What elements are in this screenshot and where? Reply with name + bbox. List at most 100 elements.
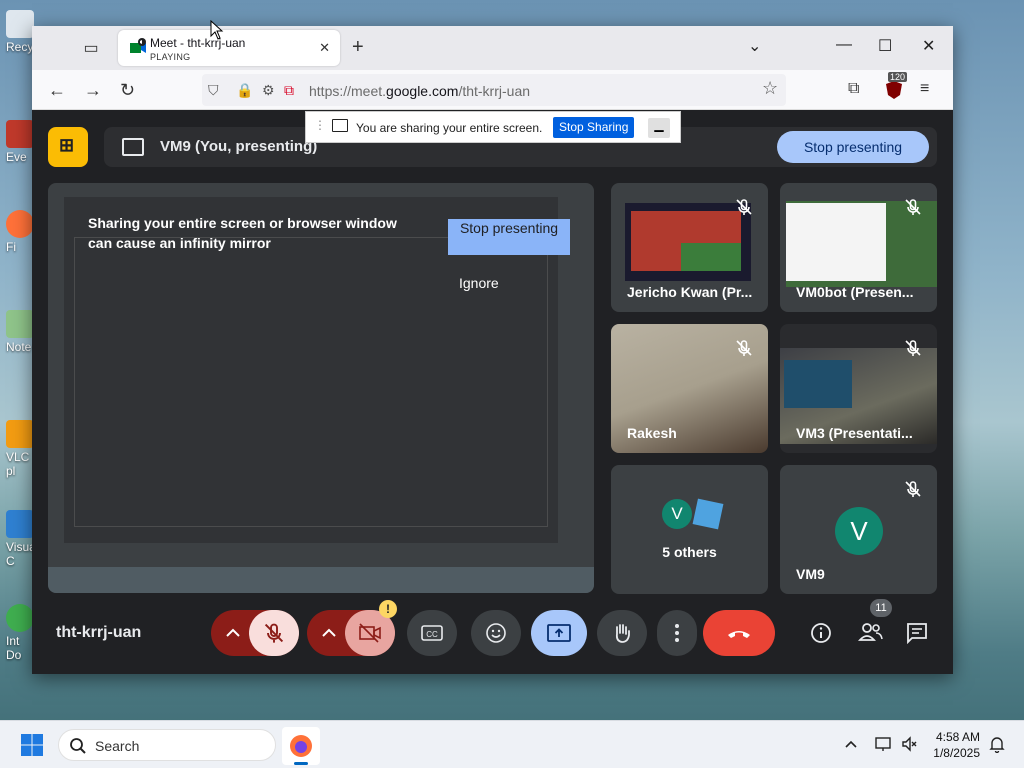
meet-favicon-icon [130, 38, 146, 53]
minimize-icon[interactable]: — [836, 36, 852, 54]
mic-toggle-button[interactable] [249, 610, 299, 656]
stop-sharing-button[interactable]: Stop Sharing [553, 117, 635, 138]
navigation-bar: ← → ↻ ⛉ 🔒 ⚙ ⧉ https://meet.google.com/th… [32, 70, 953, 110]
volume-muted-icon[interactable] [900, 735, 918, 753]
end-call-icon [728, 631, 750, 638]
vscode-icon [6, 510, 34, 538]
address-bar[interactable]: ⛉ 🔒 ⚙ ⧉ https://meet.google.com/tht-krrj… [202, 74, 786, 106]
firefox-icon [290, 735, 312, 757]
present-screen-button[interactable] [531, 610, 587, 656]
participant-tile[interactable]: VM0bot (Presen... [780, 183, 937, 312]
permissions-icon[interactable]: ⚙ [262, 82, 275, 99]
present-screen-icon [122, 138, 144, 156]
extensions-icon[interactable]: ⧉ [848, 80, 859, 98]
ublock-extension-icon[interactable]: 120 [884, 72, 908, 105]
windows-taskbar: Search 4:58 AM 1/8/2025 [0, 720, 1024, 768]
meet-content: ⊞ VM9 (You, presenting) Stop presenting … [32, 110, 953, 674]
avatar: V [662, 499, 692, 529]
app-icon [6, 120, 34, 148]
camera-warning-icon[interactable]: ! [379, 600, 397, 618]
presentation-tile: Sharing your entire screen or browser wi… [48, 183, 594, 593]
camera-off-icon [359, 623, 381, 643]
mic-off-icon [736, 340, 752, 356]
minimize-share-bar-button[interactable]: ▁ [648, 118, 670, 138]
raise-hand-icon [615, 624, 630, 643]
meeting-code: tht-krrj-uan [56, 624, 142, 641]
camera-control-group: ! [307, 600, 397, 656]
close-tab-icon[interactable]: ✕ [319, 40, 330, 56]
shared-screen-thumbnail [625, 203, 751, 281]
mic-off-icon [905, 340, 921, 356]
captions-button[interactable]: CC [407, 610, 457, 656]
screen-share-indicator-icon[interactable]: ⧉ [284, 82, 294, 99]
mic-off-icon [736, 199, 752, 215]
meeting-info-icon[interactable] [810, 622, 832, 644]
people-icon [858, 623, 883, 641]
screen-share-icon [332, 119, 348, 132]
participant-tile[interactable]: Jericho Kwan (Pr... [611, 183, 768, 312]
screen-sharing-indicator-bar: ⋮ You are sharing your entire screen. St… [305, 111, 681, 143]
warning-ignore-button[interactable]: Ignore [459, 275, 499, 291]
back-icon[interactable]: ← [48, 80, 66, 101]
more-options-button[interactable] [657, 610, 697, 656]
people-button[interactable]: 11 [858, 599, 892, 643]
notepad-icon [6, 310, 34, 338]
close-window-icon[interactable]: ✕ [922, 36, 935, 56]
drag-handle-icon[interactable]: ⋮ [314, 118, 326, 132]
tab-meet[interactable]: Meet - tht-krrj-uan PLAYING ✕ [118, 30, 340, 66]
reload-icon[interactable]: ↻ [120, 80, 135, 101]
mouse-cursor-icon [210, 20, 224, 40]
browser-window: ▭ Meet - tht-krrj-uan PLAYING ✕ + ⌄ — ☐ … [32, 26, 953, 674]
participant-tile[interactable]: Rakesh [611, 324, 768, 453]
emoji-icon [486, 623, 506, 643]
firefox-icon [6, 210, 34, 238]
vlc-icon [6, 420, 34, 448]
url-text: https://meet.google.com/tht-krrj-uan [309, 83, 531, 99]
recycle-bin-icon [6, 10, 34, 38]
chevron-up-icon[interactable] [844, 738, 858, 750]
participant-count-badge: 11 [870, 599, 892, 617]
avatar-image [692, 498, 724, 530]
leave-call-button[interactable] [703, 610, 775, 656]
reactions-button[interactable] [471, 610, 521, 656]
notification-bell-icon[interactable] [988, 735, 1006, 753]
camera-options-chevron-icon[interactable] [320, 625, 338, 641]
avatar: V [835, 507, 883, 555]
meet-activities-logo-icon[interactable]: ⊞ [48, 127, 88, 167]
closed-captions-icon: CC [421, 625, 443, 641]
shield-icon[interactable]: ⛉ [208, 82, 219, 99]
taskbar-firefox-button[interactable] [282, 727, 320, 765]
tab-list-icon[interactable]: ▭ [80, 38, 102, 58]
more-vert-icon [675, 624, 679, 642]
taskbar-search-box[interactable]: Search [58, 729, 276, 761]
menu-icon[interactable]: ≡ [920, 80, 929, 98]
participant-tile-self[interactable]: V VM9 [780, 465, 937, 594]
system-clock[interactable]: 4:58 AM 1/8/2025 [933, 729, 980, 761]
bookmark-star-icon[interactable]: ☆ [762, 78, 778, 99]
others-tile[interactable]: V 5 others [611, 465, 768, 594]
chevron-down-icon[interactable]: ⌄ [748, 36, 761, 56]
svg-text:CC: CC [426, 630, 438, 639]
maximize-icon[interactable]: ☐ [878, 36, 892, 56]
browser-icon [6, 604, 34, 632]
mic-off-icon [264, 623, 284, 643]
mic-control-group [211, 610, 299, 656]
lock-icon[interactable]: 🔒 [236, 82, 253, 99]
present-screen-icon [547, 624, 571, 642]
new-tab-icon[interactable]: + [352, 36, 364, 59]
raise-hand-button[interactable] [597, 610, 647, 656]
mic-options-chevron-icon[interactable] [224, 625, 242, 641]
infinity-mirror-warning: Sharing your entire screen or browser wi… [88, 215, 397, 251]
participant-tile[interactable]: VM3 (Presentati... [780, 324, 937, 453]
title-bar: ▭ Meet - tht-krrj-uan PLAYING ✕ + ⌄ — ☐ … [32, 26, 953, 70]
search-icon [70, 738, 86, 754]
chat-icon[interactable] [906, 622, 928, 644]
mic-off-icon [905, 199, 921, 215]
mirror-taskbar-preview [48, 567, 594, 593]
network-icon[interactable] [874, 735, 892, 753]
windows-start-icon[interactable] [20, 733, 44, 757]
warning-stop-presenting-button[interactable]: Stop presenting [448, 219, 570, 255]
stop-presenting-button[interactable]: Stop presenting [777, 131, 929, 163]
mic-off-icon [905, 481, 921, 497]
forward-icon[interactable]: → [84, 80, 102, 101]
